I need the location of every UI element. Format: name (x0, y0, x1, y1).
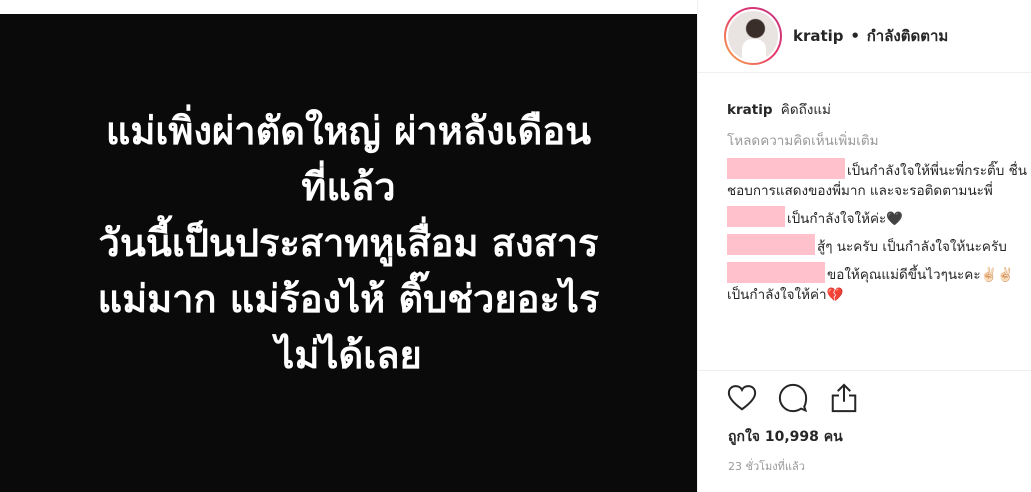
header-text: kratip • กำลังติดตาม (793, 24, 948, 48)
separator-dot: • (850, 27, 860, 45)
comment: เป็นกำลังใจให้พี่นะพี่กระติ๊บ ชื่นชอบการ… (727, 158, 1027, 201)
redacted-username[interactable] (727, 206, 785, 227)
post-text-line: ที่แล้ว (301, 165, 396, 209)
redacted-username[interactable] (727, 262, 825, 283)
heart-icon[interactable] (727, 383, 757, 413)
post-caption: kratip คิดถึงแม่ (727, 100, 1027, 120)
post-text-line: แม่เพิ่งผ่าตัดใหญ่ ผ่าหลังเดือน (105, 109, 592, 153)
load-more-comments-button[interactable]: โหลดความคิดเห็นเพิ่มเติม (727, 131, 1027, 151)
divider (698, 370, 1031, 371)
comment: สู้ๆ นะครับ เป็นกำลังใจให้นะครับ (727, 234, 1027, 257)
comment-icon[interactable] (778, 383, 808, 413)
post-text-line: แม่มาก แม่ร้องไห้ ติ๊บช่วยอะไร (97, 277, 600, 321)
comment-text: สู้ๆ นะครับ เป็นกำลังใจให้นะครับ (817, 239, 1007, 255)
comment: เป็นกำลังใจให้ค่ะ🖤 (727, 206, 1027, 229)
post-text-line: ไม่ได้เลย (275, 333, 422, 377)
comment: ขอให้คุณแม่ดีขึ้นไวๆนะคะ✌🏻✌🏻เป็นกำลังใจใ… (727, 262, 1027, 305)
post-text-line: วันนี้เป็นประสาทหูเสื่อม สงสาร (98, 221, 599, 265)
redacted-username[interactable] (727, 234, 815, 255)
action-bar (727, 383, 880, 413)
post-header: kratip • กำลังติดตาม (698, 0, 1031, 73)
avatar[interactable] (724, 7, 782, 65)
comments-list: kratip คิดถึงแม่ โหลดความคิดเห็นเพิ่มเติ… (727, 100, 1027, 310)
caption-text: คิดถึงแม่ (780, 102, 831, 118)
post-image: แม่เพิ่งผ่าตัดใหญ่ ผ่าหลังเดือน ที่แล้ว … (0, 14, 697, 492)
post-sidebar: kratip • กำลังติดตาม kratip คิดถึงแม่ โห… (697, 0, 1031, 492)
like-count[interactable]: ถูกใจ 10,998 คน (728, 426, 843, 448)
post-timestamp[interactable]: 23 ชั่วโมงที่แล้ว (728, 457, 805, 475)
share-icon[interactable] (829, 383, 859, 413)
comment-text: เป็นกำลังใจให้ค่ะ🖤 (787, 211, 904, 227)
avatar-image (728, 11, 778, 61)
following-button[interactable]: กำลังติดตาม (867, 27, 949, 45)
post-text: แม่เพิ่งผ่าตัดใหญ่ ผ่าหลังเดือน ที่แล้ว … (19, 103, 679, 383)
header-username[interactable]: kratip (793, 27, 844, 45)
caption-username[interactable]: kratip (727, 102, 773, 118)
redacted-username[interactable] (727, 158, 845, 179)
